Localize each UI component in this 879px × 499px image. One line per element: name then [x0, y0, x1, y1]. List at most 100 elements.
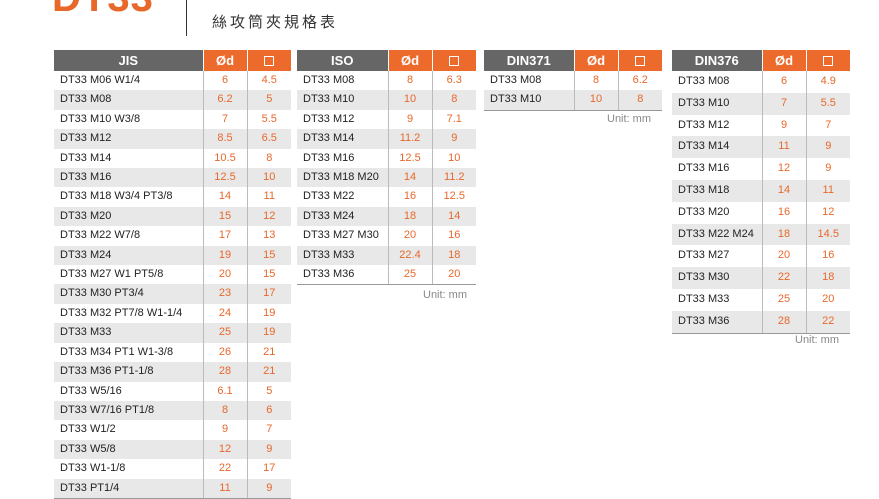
model-cell: DT33 M20: [54, 206, 204, 227]
diameter-cell: 11.2: [388, 129, 433, 149]
model-cell: DT33 M18: [672, 179, 763, 202]
diameter-cell: 10: [574, 90, 619, 111]
table-row: DT33 M27 M30 20 16: [297, 226, 476, 246]
diameter-cell: 12.5: [203, 168, 248, 188]
square-cell: 10: [448, 151, 461, 164]
square-cell: 12.5: [443, 190, 465, 203]
table-row: DT33 W7/16 PT1/8 8 6: [54, 400, 291, 421]
square-cell: 5.5: [261, 112, 277, 125]
square-cell: 14: [432, 206, 476, 227]
diameter-cell: 15: [203, 206, 248, 227]
diameter-cell: 6.2: [203, 90, 248, 110]
table-row: DT33 M33 25 19: [54, 323, 291, 343]
square-cell: 15: [263, 268, 276, 281]
model-cell: DT33 M32 PT7/8 W1-1/4: [54, 303, 204, 324]
diameter-cell: 22.4: [388, 245, 433, 266]
diameter-cell: 22: [203, 459, 248, 479]
model-cell: DT33 M16: [672, 158, 763, 180]
table-row: DT33 M10 10 8: [484, 90, 662, 111]
diameter-cell: 23: [203, 284, 248, 304]
table-row: DT33 M06 W1/4 6 4.5: [54, 71, 291, 91]
square-cell: 11.2: [432, 168, 476, 188]
square-icon: [449, 55, 460, 66]
model-cell: DT33 M24: [297, 206, 389, 227]
diameter-cell: 17: [203, 226, 248, 246]
table-row: DT33 M20 16 12: [672, 201, 850, 224]
model-cell: DT33 M16: [297, 148, 389, 169]
square-cell: 4.9: [820, 75, 836, 87]
column-header-standard: DIN371: [484, 50, 575, 71]
square-cell: 6.2: [632, 74, 648, 86]
model-cell: DT33 M10: [297, 90, 389, 110]
diameter-cell: 7: [203, 109, 248, 130]
square-cell: 12: [822, 205, 835, 218]
square-cell: 13: [263, 229, 276, 242]
column-header-square: [618, 50, 662, 71]
square-cell: 7: [266, 423, 273, 436]
table-row: DT33 M30 PT3/4 23 17: [54, 284, 291, 304]
square-cell: 19: [263, 306, 276, 319]
table-row: DT33 M10 10 8: [297, 90, 476, 110]
model-cell: DT33 M18 M20: [297, 168, 389, 188]
iso-spec-table: ISO Ød DT33 M08 8 6.3 DT33 M10 10 8 DT33 M12 9 7…: [297, 50, 476, 286]
diameter-cell: 18: [388, 206, 433, 227]
diameter-cell: 8.5: [203, 129, 248, 149]
square-cell: 9: [247, 478, 291, 499]
model-cell: DT33 M10 W3/8: [54, 109, 204, 130]
diameter-cell: 11: [762, 136, 807, 159]
square-cell: 12: [247, 206, 291, 227]
diameter-cell: 12.5: [388, 148, 433, 169]
square-cell: 18: [806, 267, 850, 289]
model-cell: DT33 W1/2: [54, 420, 204, 440]
model-cell: DT33 W7/16 PT1/8: [54, 400, 204, 421]
diameter-cell: 8: [388, 71, 433, 91]
square-cell: 6: [247, 400, 291, 421]
model-cell: DT33 M14: [54, 148, 204, 169]
diameter-cell: 26: [203, 342, 248, 363]
square-cell: 20: [432, 265, 476, 286]
diameter-cell: 8: [203, 400, 248, 421]
table-row: DT33 M36 PT1-1/8 28 21: [54, 362, 291, 382]
diameter-cell: 18: [762, 223, 807, 246]
table-row: DT33 W1-1/8 22 17: [54, 459, 291, 479]
square-cell: 5.5: [806, 92, 850, 115]
din376-unit-note: Unit: mm: [795, 334, 839, 346]
diameter-cell: 14: [762, 179, 807, 202]
model-cell: DT33 M34 PT1 W1-3/8: [54, 342, 204, 363]
model-cell: DT33 W5/16: [54, 381, 204, 401]
table-row: DT33 M12 9 7: [672, 114, 850, 137]
diameter-cell: 9: [203, 420, 248, 440]
jis-spec-table: JIS Ød DT33 M06 W1/4 6 4.5 DT33 M08 6.2 5 DT33…: [54, 50, 291, 499]
model-cell: DT33 M27: [672, 245, 763, 268]
table-row: DT33 PT1/4 11 9: [54, 478, 291, 499]
table-row: DT33 M27 20 16: [672, 245, 850, 268]
square-icon: [823, 55, 834, 66]
model-cell: DT33 M22: [297, 187, 389, 207]
table-row: DT33 M33 25 20: [672, 288, 850, 311]
model-cell: DT33 M27 W1 PT5/8: [54, 265, 204, 285]
model-cell: DT33 M14: [297, 129, 389, 149]
model-cell: DT33 M20: [672, 201, 763, 224]
square-icon: [635, 55, 646, 66]
table-row: DT33 M14 11 9: [672, 136, 850, 159]
diameter-cell: 14: [388, 168, 433, 188]
model-cell: DT33 W5/8: [54, 439, 204, 460]
square-cell: 9: [825, 162, 832, 175]
iso-unit-note: Unit: mm: [423, 289, 467, 301]
table-row: DT33 M08 8 6.3: [297, 71, 476, 91]
square-cell: 16: [448, 229, 461, 242]
model-cell: DT33 M27 M30: [297, 226, 389, 246]
column-header-diameter: Ød: [574, 50, 619, 71]
diameter-cell: 19: [203, 245, 248, 266]
table-row: DT33 M08 6.2 5: [54, 90, 291, 110]
model-cell: DT33 M14: [672, 136, 763, 159]
table-header-row: DIN371 Ød: [484, 50, 662, 71]
model-cell: DT33 M22 W7/8: [54, 226, 204, 246]
model-cell: DT33 M12: [672, 114, 763, 137]
diameter-cell: 22: [762, 267, 807, 289]
square-cell: 21: [247, 362, 291, 382]
diameter-cell: 28: [762, 310, 807, 334]
table-row: DT33 M16 12 9: [672, 158, 850, 180]
diameter-cell: 12: [762, 158, 807, 180]
square-cell: 6.5: [247, 129, 291, 149]
